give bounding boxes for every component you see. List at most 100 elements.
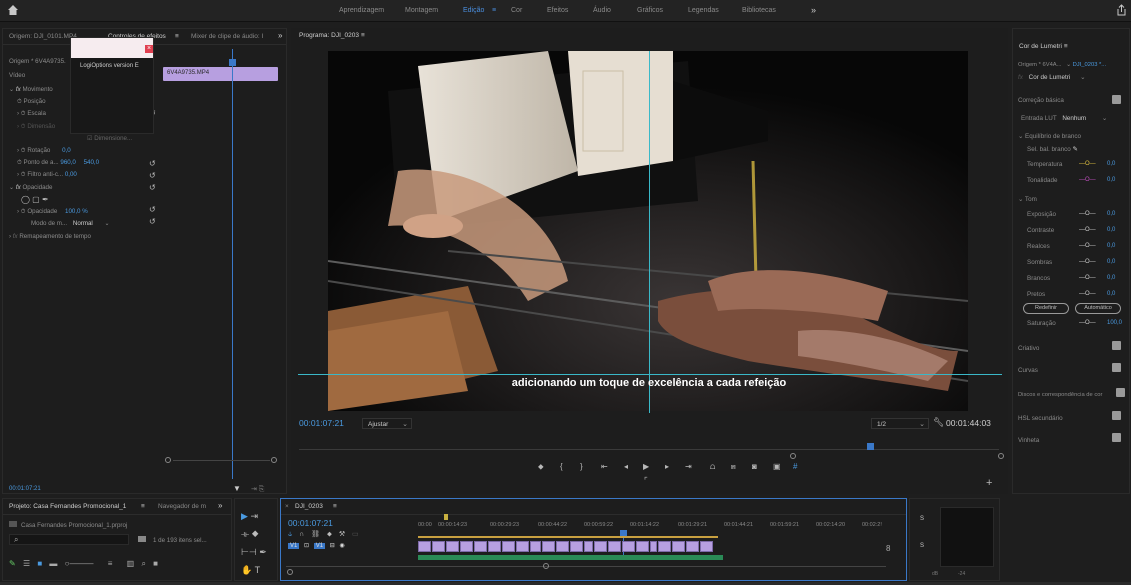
tab-menu-icon[interactable]: ≡	[175, 33, 179, 40]
section-discos[interactable]: Discos e correspondência de cor	[1018, 392, 1102, 398]
curvas-checkbox[interactable]	[1112, 363, 1121, 372]
home-icon[interactable]	[7, 4, 19, 16]
prop-posicao[interactable]: ⏱ Posição	[17, 98, 46, 106]
extract-icon[interactable]: ⩎	[731, 462, 736, 472]
popup-close-button[interactable]: ×	[145, 45, 153, 53]
lumetri-source[interactable]: Origem * 6V4A... ⌄ DJI_0203 *...	[1018, 62, 1106, 68]
timeline-clip[interactable]	[622, 541, 635, 552]
prop-rotacao[interactable]: › ⏱ Rotação 0,0	[17, 147, 71, 155]
list-view-icon[interactable]: ☰	[23, 559, 30, 568]
meter-solo-1[interactable]: S	[920, 516, 924, 522]
tone-realces[interactable]: Realces —O— 0,0	[1027, 243, 1115, 250]
razor-tool-icon[interactable]: ◆	[252, 529, 259, 539]
tone-contraste[interactable]: Contraste —O— 0,0	[1027, 227, 1115, 234]
prop-modo[interactable]: Modo de m... Normal ⌄	[31, 220, 110, 227]
project-toolbar[interactable]: ✎ ☰ ■ ▬ ○——— ≡ ▥ ⌕ ■	[9, 559, 158, 569]
workspace-efeitos[interactable]: Efeitos	[547, 7, 568, 14]
tone-brancos[interactable]: Brancos —O— 0,0	[1027, 275, 1115, 282]
workspace-edicao[interactable]: Edição	[463, 7, 484, 14]
work-area-bar[interactable]	[418, 536, 718, 538]
settings-wrench-icon[interactable]: ⚒	[339, 531, 345, 538]
go-to-out-icon[interactable]: ⇥	[685, 462, 692, 471]
timeline-timecode[interactable]: 00:01:07:21	[288, 518, 333, 528]
eye-icon[interactable]: ◉	[339, 543, 344, 549]
quality-dropdown[interactable]: 1/2 ⌄	[871, 418, 929, 429]
tab-audio-mixer[interactable]: Mixer de clipe de áudio: I	[191, 33, 263, 40]
scrubber-zoom-circle[interactable]	[790, 453, 796, 459]
play-icon[interactable]: ▶	[643, 462, 649, 471]
workspace-aprendizagem[interactable]: Aprendizagem	[339, 7, 384, 14]
program-menu-icon[interactable]: ≡	[361, 32, 365, 39]
scroll-circle-right[interactable]	[271, 457, 277, 463]
timeline-tools[interactable]: ⫝ ∩ ⛓ ⬥ ⚒ ▭	[288, 530, 359, 539]
timeline-clip[interactable]	[542, 541, 555, 552]
timeline-clip[interactable]	[672, 541, 685, 552]
timeline-clip[interactable]	[686, 541, 699, 552]
timeline-clip[interactable]	[658, 541, 671, 552]
safe-margins-icon[interactable]: #	[793, 462, 797, 471]
linked-selection-icon[interactable]: ⛓	[311, 531, 320, 538]
new-bin-icon[interactable]	[138, 536, 146, 542]
scrubber-zoom-circle-right[interactable]	[998, 453, 1004, 459]
lumetri-menu-icon[interactable]: ≡	[1064, 43, 1068, 50]
white-balance[interactable]: ⌄ Equilíbrio de branco	[1018, 133, 1081, 140]
track-end-icon[interactable]: 8	[886, 544, 890, 553]
add-marker-icon[interactable]: ⬥	[538, 462, 544, 472]
project-search-input[interactable]: ⌕	[9, 534, 129, 545]
section-criativo[interactable]: Criativo	[1018, 345, 1039, 352]
workspace-menu-icon[interactable]: ≡	[492, 7, 496, 14]
zoom-slider[interactable]: ○———	[65, 559, 94, 568]
saturation-slider[interactable]: Saturação —O— 100,0	[1027, 320, 1122, 327]
timeline-clip[interactable]	[594, 541, 607, 552]
add-marker-tl-icon[interactable]: ⬥	[327, 531, 332, 538]
reset-button[interactable]: Redefinir	[1023, 303, 1069, 314]
fit-dropdown[interactable]: Ajustar ⌄	[362, 418, 412, 429]
tab-media-browser[interactable]: Navegador de m	[158, 503, 206, 510]
comparison-view-icon[interactable]: ▣	[773, 462, 781, 471]
temperature-slider[interactable]: Temperatura —O— 0,0	[1027, 161, 1115, 168]
program-scrubber[interactable]	[299, 443, 1004, 459]
go-to-in-icon[interactable]: ⇤	[601, 462, 608, 471]
timeline-clip[interactable]	[432, 541, 445, 552]
scroll-circle-left[interactable]	[165, 457, 171, 463]
prop-opacidade[interactable]: › ⏱ Opacidade 100,0 %	[17, 208, 88, 216]
fx-movimento[interactable]: ⌄ fx Movimento	[9, 86, 53, 93]
mark-out-icon[interactable]: }	[580, 462, 583, 471]
dimension-checkbox[interactable]: ☑ Dimensione...	[87, 135, 132, 142]
export-frame-camera-icon[interactable]: ◙	[752, 462, 757, 471]
share-icon[interactable]	[1115, 4, 1127, 16]
selection-tool-icon[interactable]: ▶	[241, 511, 248, 521]
step-back-icon[interactable]: ◂	[624, 462, 628, 471]
timeline-clip[interactable]	[530, 541, 541, 552]
trim-icon[interactable]: ⌜	[644, 476, 648, 485]
timeline-menu-icon[interactable]: ≡	[333, 503, 337, 510]
captions-icon[interactable]: ▭	[352, 531, 359, 538]
icon-view-icon[interactable]: ■	[37, 559, 42, 568]
timeline-scroll-handle[interactable]	[543, 563, 549, 569]
wb-picker[interactable]: Sel. bal. branco ✎	[1027, 146, 1078, 153]
program-timecode[interactable]: 00:01:07:21	[299, 418, 344, 428]
timeline-clip[interactable]	[556, 541, 569, 552]
discos-checkbox[interactable]	[1116, 388, 1125, 397]
timeline-clip[interactable]	[650, 541, 657, 552]
meter-solo-2[interactable]: S	[920, 543, 924, 549]
pen-tool-icon[interactable]: ✒	[259, 547, 267, 557]
basic-correction[interactable]: Correção básica	[1018, 97, 1064, 104]
fx-remap[interactable]: › fx Remapeamento de tempo	[9, 233, 91, 240]
mini-playhead-handle[interactable]	[229, 59, 236, 66]
nest-icon[interactable]: ⫝	[288, 531, 292, 538]
timeline-zoom-circle[interactable]	[287, 569, 293, 575]
tone-section[interactable]: ⌄ Tom	[1018, 196, 1037, 203]
timeline-scroll[interactable]	[286, 566, 886, 567]
timeline-clip[interactable]	[502, 541, 515, 552]
track-target-v1[interactable]: V1	[313, 543, 326, 549]
snap-icon[interactable]: ∩	[299, 531, 304, 538]
tab-source[interactable]: Origem: DJI_0101.MP4	[9, 33, 77, 40]
sync-lock-icon[interactable]: ⊡	[304, 543, 309, 549]
tab-more[interactable]: »	[278, 31, 282, 40]
auto-button[interactable]: Automático	[1075, 303, 1121, 314]
track-select-tool-icon[interactable]: ⇥	[250, 511, 258, 521]
timeline-clip[interactable]	[474, 541, 487, 552]
slip-tool-icon[interactable]: ⊢⊣	[241, 547, 257, 557]
ripple-edit-tool-icon[interactable]: ⟛	[241, 529, 249, 539]
